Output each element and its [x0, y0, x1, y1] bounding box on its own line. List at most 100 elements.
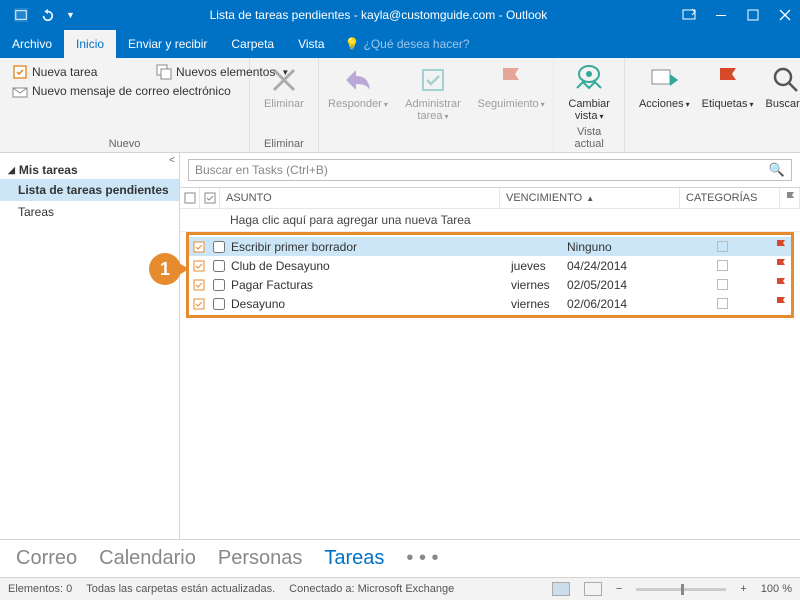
task-flag-icon[interactable]	[769, 297, 791, 310]
search-input[interactable]: Buscar en Tasks (Ctrl+B) 🔍	[188, 159, 792, 181]
module-calendario[interactable]: Calendario	[99, 547, 196, 570]
task-dueday: jueves	[511, 259, 567, 273]
col-icon[interactable]	[180, 188, 200, 208]
mail-icon	[12, 84, 28, 100]
task-checkbox[interactable]	[209, 298, 229, 310]
tab-carpeta[interactable]: Carpeta	[219, 30, 286, 58]
col-vencimiento[interactable]: VENCIMIENTO▲	[500, 188, 680, 208]
items-icon	[156, 64, 172, 80]
flag-icon	[495, 64, 527, 96]
task-row[interactable]: Desayunoviernes02/06/2014	[189, 294, 791, 313]
tell-me[interactable]: 💡 ¿Qué desea hacer?	[345, 30, 470, 58]
nuevo-mensaje-button[interactable]: Nuevo mensaje de correo electrónico	[8, 82, 146, 102]
column-headers: ASUNTO VENCIMIENTO▲ CATEGORÍAS	[180, 187, 800, 209]
main-pane: Buscar en Tasks (Ctrl+B) 🔍 ASUNTO VENCIM…	[180, 153, 800, 539]
task-subject: Escribir primer borrador	[229, 240, 511, 254]
tag-flag-icon	[712, 64, 744, 96]
task-checkbox[interactable]	[209, 260, 229, 272]
status-elementos: Elementos: 0	[8, 583, 72, 595]
sidebar-item-pendientes[interactable]: Lista de tareas pendientes	[0, 179, 179, 201]
close-icon[interactable]	[778, 8, 792, 22]
task-checkbox[interactable]	[209, 279, 229, 291]
bulb-icon: 💡	[345, 37, 360, 51]
tab-enviar-recibir[interactable]: Enviar y recibir	[116, 30, 219, 58]
nueva-tarea-button[interactable]: Nueva tarea	[8, 62, 146, 82]
window-title: Lista de tareas pendientes - kayla@custo…	[75, 8, 682, 22]
task-flag-icon[interactable]	[769, 240, 791, 253]
tell-me-label: ¿Qué desea hacer?	[364, 37, 470, 51]
cambiar-vista-button[interactable]: Cambiar vista▾	[562, 62, 616, 124]
zoom-slider[interactable]	[636, 588, 726, 591]
status-actualizadas: Todas las carpetas están actualizadas.	[86, 583, 275, 595]
col-flag[interactable]	[780, 188, 800, 208]
manage-task-icon	[417, 64, 449, 96]
add-new-task-row[interactable]: Haga clic aquí para agregar una nueva Ta…	[180, 209, 800, 232]
tab-vista[interactable]: Vista	[286, 30, 336, 58]
minimize-icon[interactable]	[714, 8, 728, 22]
zoom-in-icon[interactable]: +	[740, 583, 746, 595]
acciones-button[interactable]: Acciones▾	[633, 62, 696, 112]
task-row[interactable]: Club de Desayunojueves04/24/2014	[189, 256, 791, 275]
task-subject: Desayuno	[229, 297, 511, 311]
zoom-out-icon[interactable]: −	[616, 583, 622, 595]
responder-button[interactable]: Responder▾	[327, 62, 389, 112]
task-subject: Club de Desayuno	[229, 259, 511, 273]
buscar-button[interactable]: Buscar▾	[760, 62, 800, 112]
task-row[interactable]: Pagar Facturasviernes02/05/2014	[189, 275, 791, 294]
callout-badge: 1	[149, 253, 181, 285]
maximize-icon[interactable]	[746, 8, 760, 22]
buscar-label: Buscar	[766, 98, 800, 110]
task-category[interactable]	[675, 279, 769, 290]
eliminar-button[interactable]: Eliminar	[258, 62, 310, 112]
module-tareas[interactable]: Tareas	[324, 547, 384, 570]
acciones-label: Acciones	[639, 98, 684, 110]
task-flag-icon[interactable]	[769, 278, 791, 291]
sort-asc-icon: ▲	[586, 194, 594, 203]
group-label-nuevo: Nuevo	[8, 136, 241, 150]
view-reading-icon[interactable]	[584, 582, 602, 596]
search-icon[interactable]: 🔍	[769, 162, 785, 178]
task-dueday: viernes	[511, 297, 567, 311]
col-asunto[interactable]: ASUNTO	[220, 188, 500, 208]
app-icon	[14, 8, 28, 22]
task-category[interactable]	[675, 260, 769, 271]
etiquetas-label: Etiquetas	[702, 98, 748, 110]
sidebar-heading[interactable]: ◢ Mis tareas	[0, 161, 179, 179]
caret-down-icon: ◢	[8, 165, 15, 176]
task-checkbox[interactable]	[209, 241, 229, 253]
sidebar: < ◢ Mis tareas Lista de tareas pendiente…	[0, 153, 180, 539]
task-duedate: Ninguno	[567, 240, 675, 254]
workspace: < ◢ Mis tareas Lista de tareas pendiente…	[0, 153, 800, 539]
window-controls	[682, 8, 792, 22]
undo-icon[interactable]	[40, 8, 54, 22]
tab-archivo[interactable]: Archivo	[0, 30, 64, 58]
task-row[interactable]: Escribir primer borrador Ninguno	[189, 237, 791, 256]
col-complete[interactable]	[200, 188, 220, 208]
tab-inicio[interactable]: Inicio	[64, 30, 116, 58]
task-duedate: 02/05/2014	[567, 278, 675, 292]
seguimiento-button[interactable]: Seguimiento▾	[477, 62, 546, 112]
module-correo[interactable]: Correo	[16, 547, 77, 570]
task-duedate: 04/24/2014	[567, 259, 675, 273]
task-category[interactable]	[675, 298, 769, 309]
col-categorias[interactable]: CATEGORÍAS	[680, 188, 780, 208]
nuevo-mensaje-label: Nuevo mensaje de correo electrónico	[32, 85, 142, 98]
qat-dropdown-icon[interactable]: ▼	[66, 10, 75, 20]
actions-icon	[648, 64, 680, 96]
ribbon-group-nuevo: Nueva tarea Nuevo mensaje de correo elec…	[0, 58, 250, 152]
task-category[interactable]	[675, 241, 769, 252]
administrar-tarea-button[interactable]: Administrar tarea▾	[389, 62, 477, 124]
module-more-icon[interactable]: • • •	[406, 547, 438, 570]
search-big-icon	[770, 64, 800, 96]
view-normal-icon[interactable]	[552, 582, 570, 596]
collapse-sidebar-icon[interactable]: <	[169, 155, 175, 166]
task-type-icon	[189, 241, 209, 253]
ribbon-options-icon[interactable]	[682, 8, 696, 22]
task-flag-icon[interactable]	[769, 259, 791, 272]
etiquetas-button[interactable]: Etiquetas▾	[696, 62, 760, 112]
module-personas[interactable]: Personas	[218, 547, 303, 570]
sidebar-item-tareas[interactable]: Tareas	[0, 201, 179, 223]
ribbon: Nueva tarea Nuevo mensaje de correo elec…	[0, 58, 800, 153]
reply-icon	[342, 64, 374, 96]
search-placeholder: Buscar en Tasks (Ctrl+B)	[195, 163, 328, 177]
